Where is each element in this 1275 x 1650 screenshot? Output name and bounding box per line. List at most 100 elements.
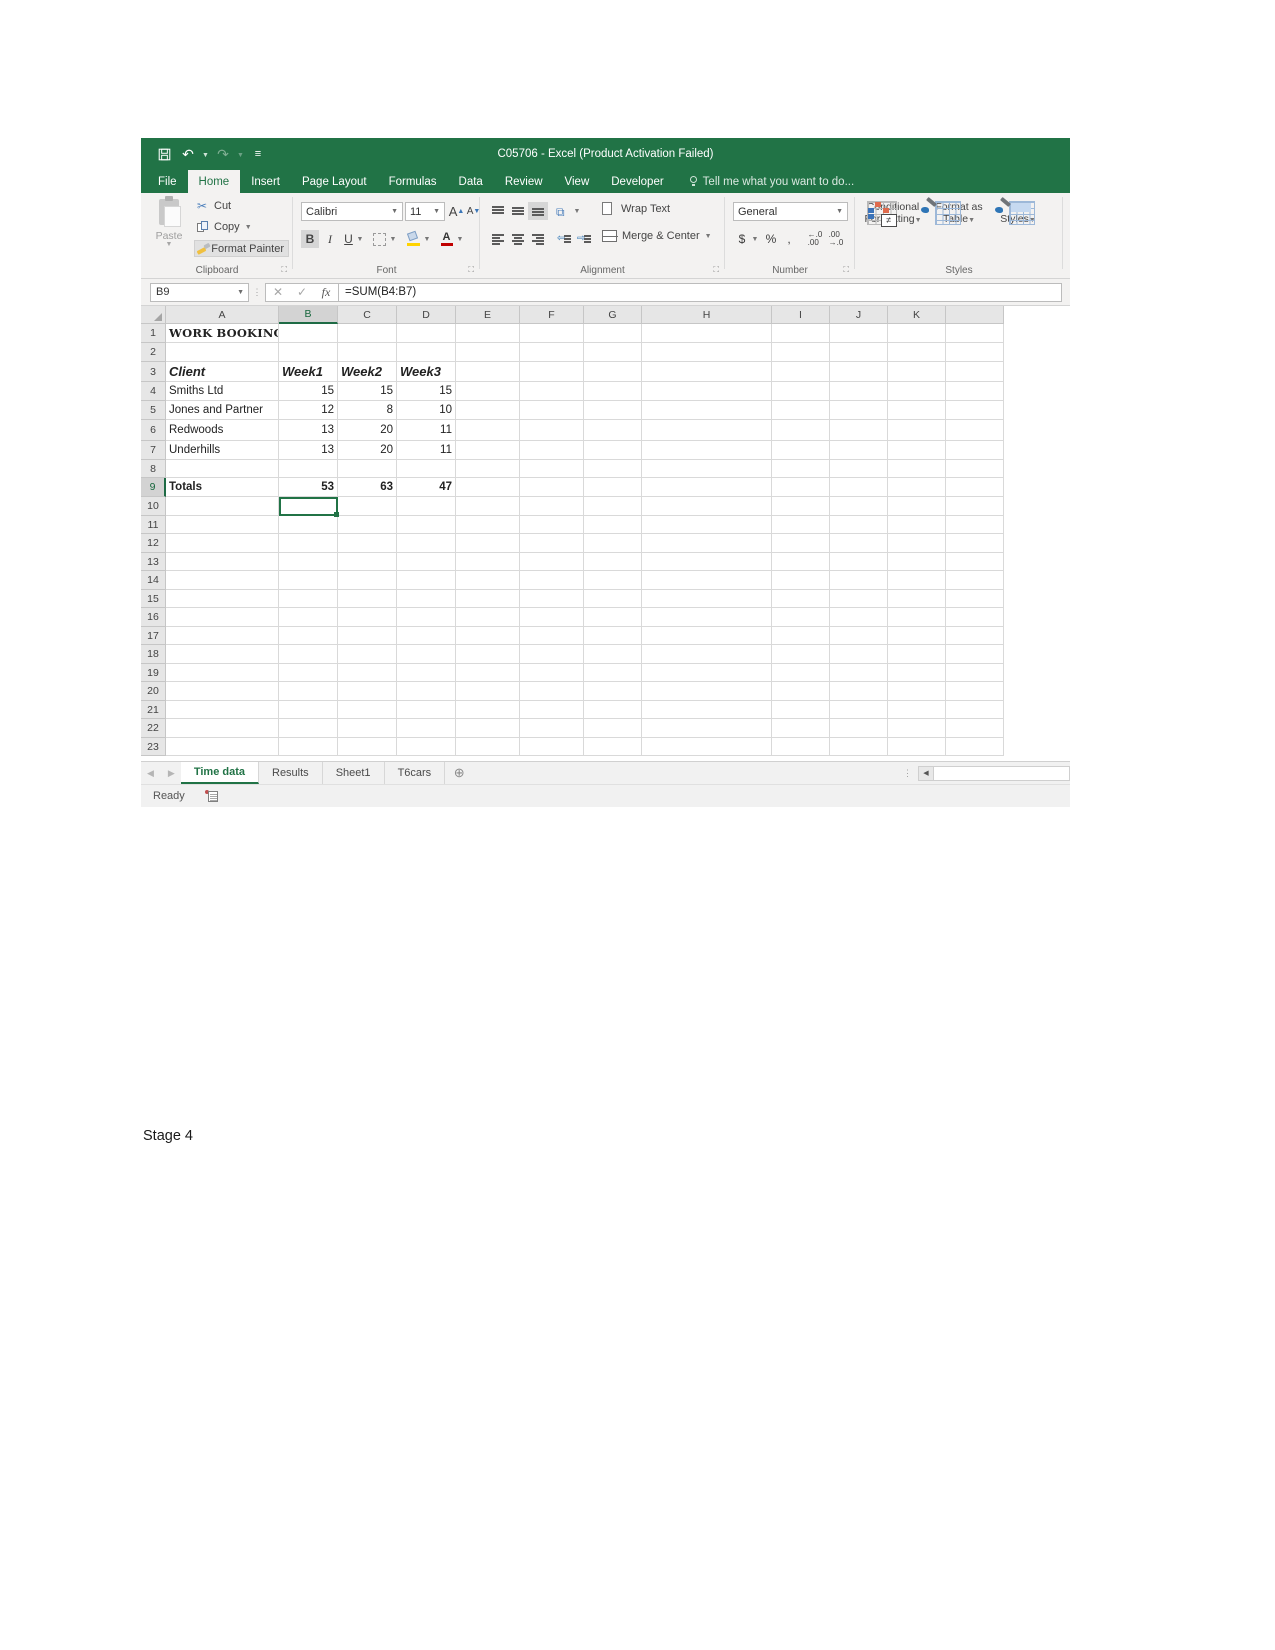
tab-split-grip[interactable]: ⋮ [903, 762, 918, 784]
cell-K3[interactable] [888, 362, 946, 382]
sheet-tab-t6cars[interactable]: T6cars [384, 762, 446, 784]
cell-C21[interactable] [338, 701, 397, 719]
column-header-b[interactable]: B [279, 306, 338, 324]
insert-function-icon[interactable]: fx [314, 285, 338, 300]
cell-J17[interactable] [830, 627, 888, 645]
cell-G9[interactable] [584, 478, 642, 497]
cell-F13[interactable] [520, 553, 584, 571]
cell-B8[interactable] [279, 460, 338, 478]
cell-B18[interactable] [279, 645, 338, 664]
conditional-formatting-button[interactable]: ≠ Conditional Formatting▼ [859, 201, 927, 227]
cell-K22[interactable] [888, 719, 946, 738]
cell-K20[interactable] [888, 682, 946, 701]
row-header-14[interactable]: 14 [141, 571, 166, 590]
cell-D15[interactable] [397, 590, 456, 608]
row-header-6[interactable]: 6 [141, 420, 166, 441]
cell-I16[interactable] [772, 608, 830, 627]
cell-x21[interactable] [946, 701, 1004, 719]
fill-color-button[interactable] [405, 230, 422, 248]
paste-button[interactable]: Paste ▼ [147, 196, 191, 248]
row-header-21[interactable]: 21 [141, 701, 166, 719]
cell-H1[interactable] [642, 324, 772, 343]
cell-G18[interactable] [584, 645, 642, 664]
fill-color-dropdown-icon[interactable]: ▼ [422, 230, 432, 248]
ribbon-tab-page-layout[interactable]: Page Layout [291, 170, 378, 193]
column-header-c[interactable]: C [338, 306, 397, 324]
conditional-formatting-dropdown-icon[interactable]: ▼ [915, 217, 922, 224]
cell-H21[interactable] [642, 701, 772, 719]
name-box[interactable]: B9 ▼ [150, 282, 249, 302]
cell-H7[interactable] [642, 441, 772, 460]
cell-F12[interactable] [520, 534, 584, 553]
cell-G15[interactable] [584, 590, 642, 608]
number-dialog-launcher[interactable]: ⛶ [843, 265, 849, 275]
sheet-tab-time-data[interactable]: Time data [180, 762, 259, 784]
cell-A6[interactable]: Redwoods [166, 420, 279, 441]
cell-J8[interactable] [830, 460, 888, 478]
row-header-18[interactable]: 18 [141, 645, 166, 664]
name-box-dropdown-icon[interactable]: ▼ [237, 289, 244, 296]
cell-E17[interactable] [456, 627, 520, 645]
cell-I7[interactable] [772, 441, 830, 460]
font-name-dropdown-icon[interactable]: ▼ [391, 208, 398, 215]
cell-K9[interactable] [888, 478, 946, 497]
cell-A18[interactable] [166, 645, 279, 664]
sheet-tab-results[interactable]: Results [259, 762, 323, 784]
row-header-3[interactable]: 3 [141, 362, 166, 382]
row-header-13[interactable]: 13 [141, 553, 166, 571]
cell-B19[interactable] [279, 664, 338, 682]
cell-D18[interactable] [397, 645, 456, 664]
cell-H9[interactable] [642, 478, 772, 497]
cell-G4[interactable] [584, 382, 642, 401]
row-header-23[interactable]: 23 [141, 738, 166, 756]
cell-F14[interactable] [520, 571, 584, 590]
cell-B6[interactable]: 13 [279, 420, 338, 441]
cell-C16[interactable] [338, 608, 397, 627]
orientation-dropdown-icon[interactable]: ▼ [572, 202, 582, 220]
alignment-dialog-launcher[interactable]: ⛶ [713, 265, 719, 275]
cell-B15[interactable] [279, 590, 338, 608]
cell-G13[interactable] [584, 553, 642, 571]
cell-J20[interactable] [830, 682, 888, 701]
cell-K16[interactable] [888, 608, 946, 627]
paste-dropdown-icon[interactable]: ▼ [147, 241, 191, 248]
italic-button[interactable]: I [321, 230, 339, 248]
ribbon-tab-developer[interactable]: Developer [600, 170, 674, 193]
cell-B5[interactable]: 12 [279, 401, 338, 420]
cell-B17[interactable] [279, 627, 338, 645]
cell-B1[interactable] [279, 324, 338, 343]
borders-dropdown-icon[interactable]: ▼ [388, 230, 398, 248]
number-format-combo[interactable]: General ▼ [733, 202, 848, 221]
borders-button[interactable] [371, 230, 388, 248]
sheet-tab-sheet1[interactable]: Sheet1 [322, 762, 385, 784]
cell-G5[interactable] [584, 401, 642, 420]
cell-G19[interactable] [584, 664, 642, 682]
percent-format-button[interactable]: % [763, 230, 779, 248]
cell-B14[interactable] [279, 571, 338, 590]
cell-A13[interactable] [166, 553, 279, 571]
cell-E3[interactable] [456, 362, 520, 382]
cell-F10[interactable] [520, 497, 584, 516]
cell-H6[interactable] [642, 420, 772, 441]
cell-I22[interactable] [772, 719, 830, 738]
ribbon-tab-formulas[interactable]: Formulas [378, 170, 448, 193]
cell-K12[interactable] [888, 534, 946, 553]
cell-E21[interactable] [456, 701, 520, 719]
cell-G2[interactable] [584, 343, 642, 362]
cell-H2[interactable] [642, 343, 772, 362]
cell-H16[interactable] [642, 608, 772, 627]
cell-A17[interactable] [166, 627, 279, 645]
decrease-decimal-button[interactable]: .00 →.0 [826, 230, 846, 248]
cell-J6[interactable] [830, 420, 888, 441]
cell-J11[interactable] [830, 516, 888, 534]
cell-A10[interactable] [166, 497, 279, 516]
cell-G8[interactable] [584, 460, 642, 478]
cell-x7[interactable] [946, 441, 1004, 460]
cell-C1[interactable] [338, 324, 397, 343]
cell-E18[interactable] [456, 645, 520, 664]
cell-x6[interactable] [946, 420, 1004, 441]
cell-x3[interactable] [946, 362, 1004, 382]
cell-I9[interactable] [772, 478, 830, 497]
formula-bar-grip[interactable]: ⋮ [249, 288, 265, 297]
cell-J7[interactable] [830, 441, 888, 460]
